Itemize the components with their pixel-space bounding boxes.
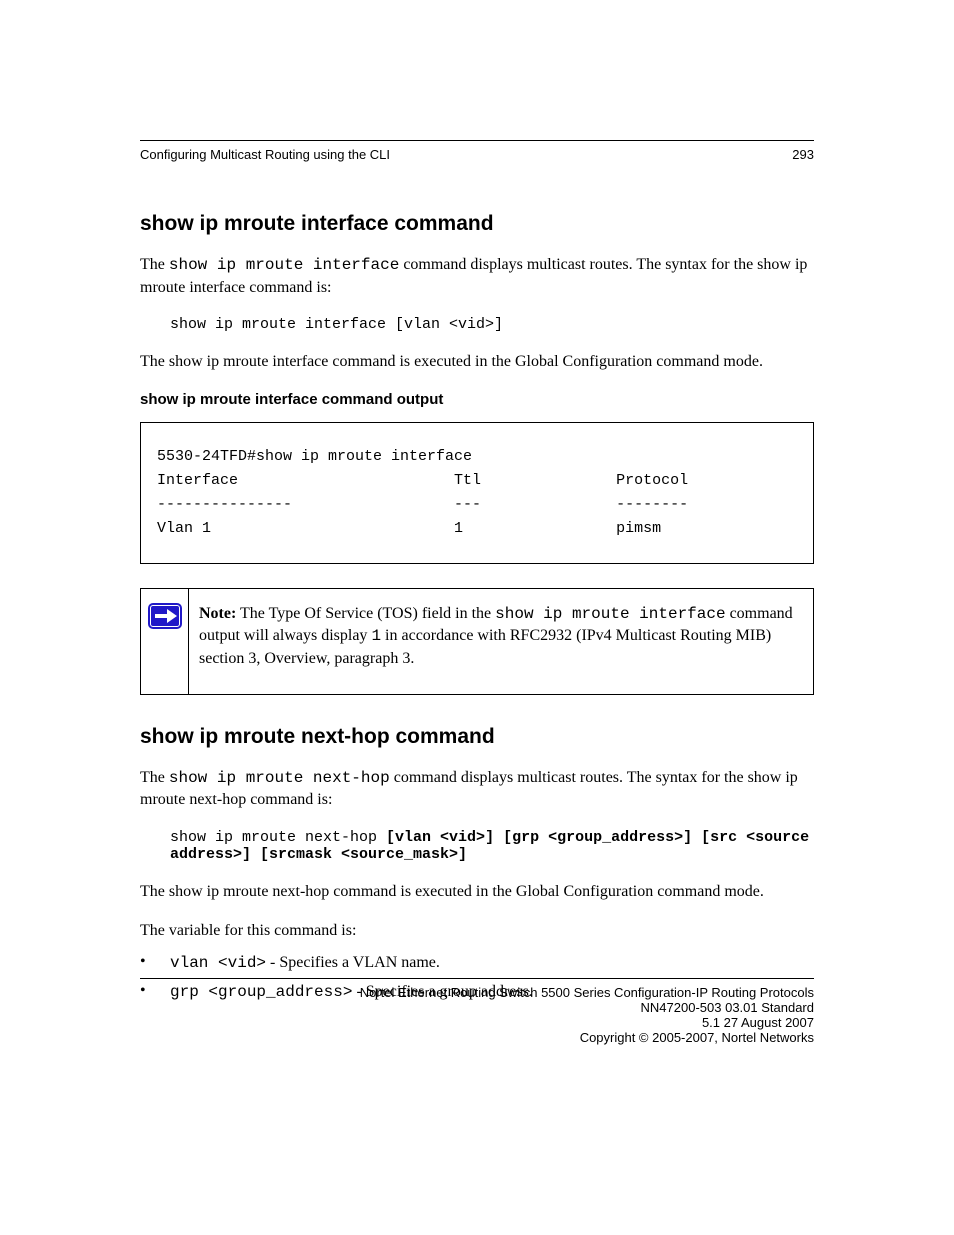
footer-title: Nortel Ethernet Routing Switch 5500 Seri… — [140, 985, 814, 1000]
inline-command: show ip mroute interface — [169, 256, 399, 274]
command-context: The show ip mroute interface command is … — [140, 351, 814, 373]
note-label: Note: — [199, 605, 236, 622]
running-header: Configuring Multicast Routing using the … — [140, 147, 814, 162]
section-show-ip-mroute-interface: show ip mroute interface command The sho… — [140, 212, 814, 695]
output-subtitle: show ip mroute interface command output — [140, 391, 814, 408]
note-callout: Note: The Type Of Service (TOS) field in… — [140, 588, 814, 695]
footer-version-date: 5.1 27 August 2007 — [140, 1015, 814, 1030]
output-line: --------------- --- -------- — [157, 496, 688, 513]
footer-copyright: Copyright © 2005-2007, Nortel Networks — [140, 1030, 814, 1045]
section-title: show ip mroute interface command — [140, 212, 814, 236]
command-syntax: show ip mroute next-hop [vlan <vid>] [gr… — [170, 829, 814, 863]
inline-command: show ip mroute interface — [495, 605, 725, 623]
output-line: Interface Ttl Protocol — [157, 472, 688, 489]
output-block: 5530-24TFD#show ip mroute interface Inte… — [140, 422, 814, 564]
section-intro: The show ip mroute next-hop command disp… — [140, 767, 814, 811]
page-footer: Nortel Ethernet Routing Switch 5500 Seri… — [140, 978, 814, 1045]
header-left: Configuring Multicast Routing using the … — [140, 147, 390, 162]
variable-desc: - Specifies a VLAN name. — [266, 954, 440, 971]
inline-value: 1 — [371, 627, 381, 645]
output-line: Vlan 1 1 pimsm — [157, 520, 661, 537]
inline-command: show ip mroute next-hop — [169, 769, 390, 787]
header-rule — [140, 140, 814, 141]
command-syntax: show ip mroute interface [vlan <vid>] — [170, 316, 814, 333]
list-item: • vlan <vid> - Specifies a VLAN name. — [140, 952, 814, 975]
note-text: Note: The Type Of Service (TOS) field in… — [189, 589, 813, 694]
section-title: show ip mroute next-hop command — [140, 725, 814, 749]
bullet-icon: • — [140, 952, 170, 975]
arrow-right-icon — [148, 603, 182, 629]
command-context: The show ip mroute next-hop command is e… — [140, 881, 814, 903]
footer-doc-id: NN47200-503 03.01 Standard — [140, 1000, 814, 1015]
note-icon-cell — [141, 589, 189, 694]
output-line: 5530-24TFD#show ip mroute interface — [157, 448, 472, 465]
variable-name: vlan <vid> — [170, 954, 266, 972]
header-page-number: 293 — [792, 147, 814, 162]
section-show-ip-mroute-next-hop: show ip mroute next-hop command The show… — [140, 725, 814, 1004]
variables-intro: The variable for this command is: — [140, 920, 814, 942]
section-intro: The show ip mroute interface command dis… — [140, 254, 814, 298]
